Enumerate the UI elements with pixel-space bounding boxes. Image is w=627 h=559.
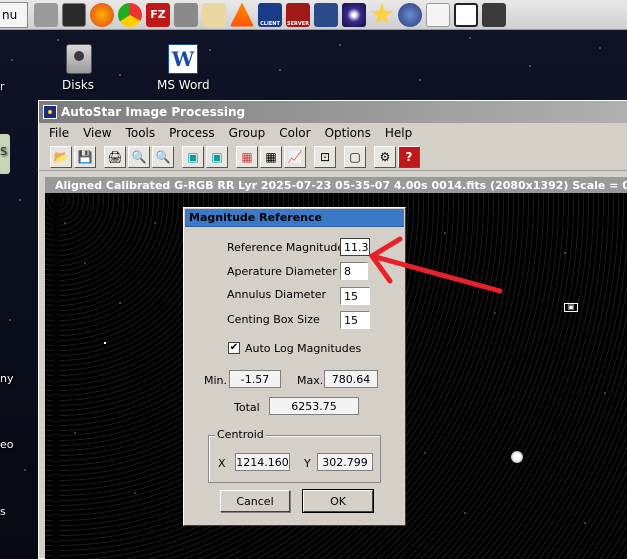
annotation-arrow [369,236,503,294]
annotation-arrow-shape [369,236,503,294]
